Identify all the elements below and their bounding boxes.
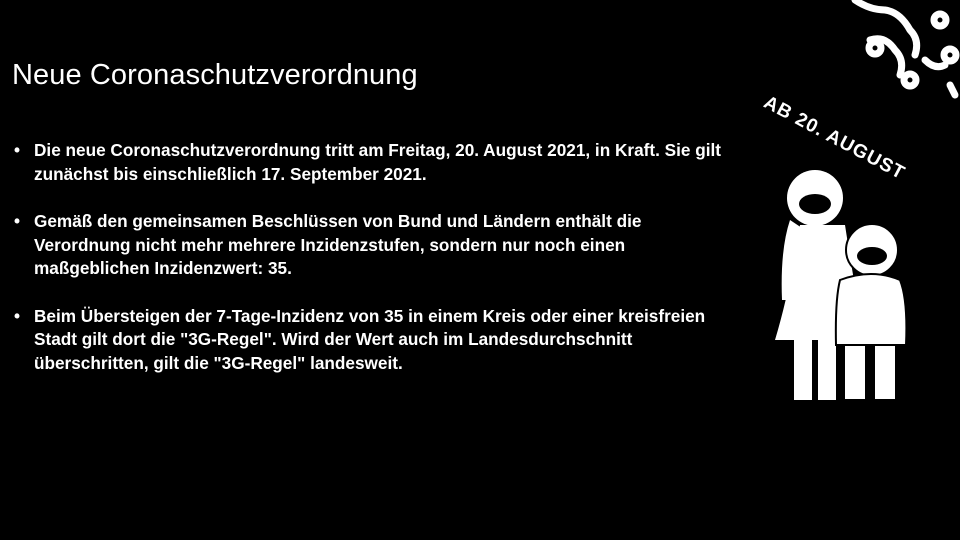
family-mask-illustration (775, 0, 960, 400)
virus-icon (851, 0, 960, 99)
bullet-list: Die neue Coronaschutzverordnung tritt am… (14, 139, 734, 399)
slide-title: Neue Coronaschutzverordnung (12, 59, 418, 92)
bullet-item: Gemäß den gemeinsamen Beschlüssen von Bu… (14, 210, 734, 281)
bullet-item: Beim Übersteigen der 7-Tage-Inzidenz von… (14, 305, 734, 376)
bullet-item: Die neue Coronaschutzverordnung tritt am… (14, 139, 734, 186)
